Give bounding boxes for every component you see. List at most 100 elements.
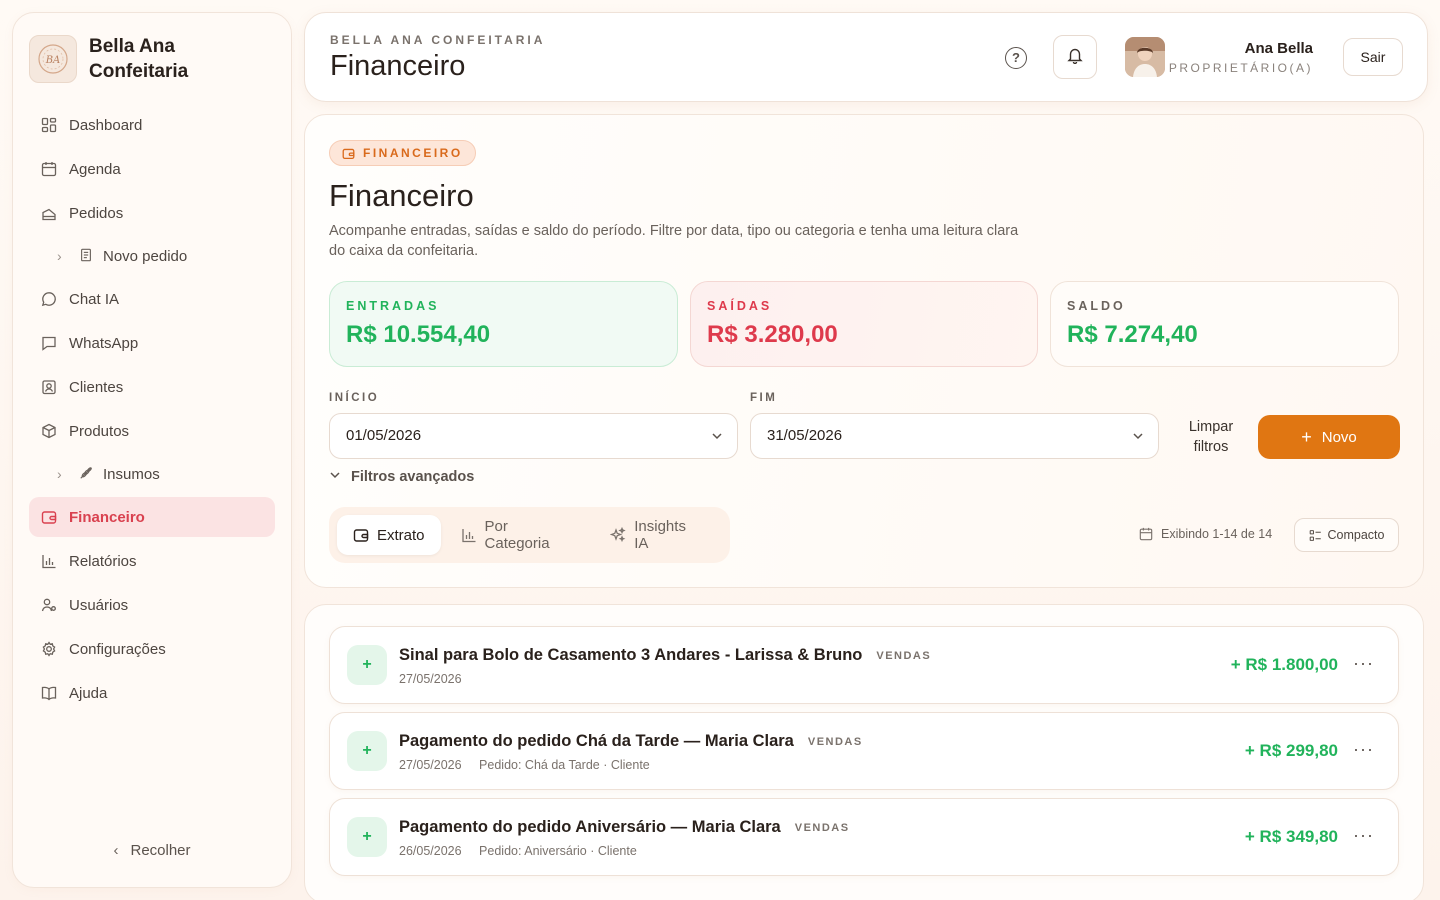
clear-filters-button[interactable]: Limpar filtros xyxy=(1175,417,1247,457)
transaction-amount: + R$ 299,80 xyxy=(1244,741,1338,760)
sidebar-item-label: Produtos xyxy=(69,422,130,440)
start-date-label: INÍCIO xyxy=(329,392,380,404)
sidebar-item-label: Dashboard xyxy=(69,116,143,134)
income-icon: + xyxy=(347,817,387,857)
wallet-icon xyxy=(41,509,57,525)
tab-insights-ia[interactable]: Insights IA xyxy=(594,515,718,555)
brand-name: Bella Ana Confeitaria xyxy=(89,34,188,84)
bell-icon xyxy=(1066,46,1084,69)
sidebar-item-label: WhatsApp xyxy=(69,334,139,352)
transaction-meta: 26/05/2026 Pedido: Aniversário · Cliente xyxy=(399,844,637,858)
advanced-filters-toggle[interactable]: Filtros avançados xyxy=(329,469,474,485)
logout-button[interactable]: Sair xyxy=(1343,38,1403,76)
calendar-icon xyxy=(41,161,57,177)
category-badge: VENDAS xyxy=(807,735,863,748)
package-icon xyxy=(41,423,57,439)
chevron-down-icon xyxy=(711,414,723,476)
transaction-title-line: Sinal para Bolo de Casamento 3 Andares -… xyxy=(399,646,931,665)
end-date-label: FIM xyxy=(750,392,778,404)
start-date-select[interactable]: 01/05/2026 xyxy=(329,413,738,459)
sidebar-item-clientes[interactable]: Clientes xyxy=(29,367,275,407)
category-badge: VENDAS xyxy=(794,821,850,834)
sidebar-item-produtos[interactable]: Produtos xyxy=(29,411,275,451)
avatar[interactable] xyxy=(1125,37,1165,77)
tab-label: Por Categoria xyxy=(484,518,550,552)
transaction-row[interactable]: + Sinal para Bolo de Casamento 3 Andares… xyxy=(329,626,1399,704)
sidebar-item-label: Configurações xyxy=(69,640,166,658)
wallet-icon xyxy=(353,527,369,543)
pagination-info: Exibindo 1-14 de 14 xyxy=(1139,527,1272,541)
stat-value: R$ 10.554,40 xyxy=(346,321,491,348)
wheat-icon xyxy=(79,466,95,482)
transactions-list: + Sinal para Bolo de Casamento 3 Andares… xyxy=(304,604,1424,900)
transaction-date: 27/05/2026 xyxy=(399,758,462,772)
transaction-meta: 27/05/2026 Pedido: Chá da Tarde · Client… xyxy=(399,758,650,772)
transaction-order-info: Pedido: Aniversário · Cliente xyxy=(479,844,637,858)
transaction-row[interactable]: + Pagamento do pedido Chá da Tarde — Mar… xyxy=(329,712,1399,790)
transaction-title: Pagamento do pedido Aniversário — Maria … xyxy=(399,818,781,836)
sidebar-item-chat-ia[interactable]: Chat IA xyxy=(29,279,275,319)
pagination-label: Exibindo 1-14 de 14 xyxy=(1161,527,1273,541)
sidebar-nav: Dashboard Agenda Pedidos › Novo pedido C… xyxy=(29,105,275,717)
more-options-icon[interactable]: ··· xyxy=(1353,653,1374,674)
transaction-title: Pagamento do pedido Chá da Tarde — Maria… xyxy=(399,732,794,750)
notifications-button[interactable] xyxy=(1053,35,1097,79)
sidebar-item-label: Ajuda xyxy=(69,684,108,702)
user-role: PROPRIETÁRIO(A) xyxy=(1168,61,1313,75)
clear-filters-label-2: filtros xyxy=(1193,439,1229,455)
brand-name-line1: Bella Ana xyxy=(89,36,175,57)
sidebar-item-dashboard[interactable]: Dashboard xyxy=(29,105,275,145)
sidebar-item-label: Agenda xyxy=(69,160,121,178)
chevron-down-icon xyxy=(1132,414,1144,476)
transaction-amount: + R$ 349,80 xyxy=(1244,827,1338,846)
sidebar-item-label: Usuários xyxy=(69,596,129,614)
chat-icon xyxy=(41,291,57,307)
bar-chart-icon xyxy=(461,527,477,543)
message-icon xyxy=(41,335,57,351)
collapse-sidebar-button[interactable]: ‹ Recolher xyxy=(13,842,291,859)
new-label: Novo xyxy=(1321,428,1357,446)
sidebar-item-novo-pedido[interactable]: › Novo pedido xyxy=(29,237,275,275)
income-icon: + xyxy=(347,731,387,771)
more-options-icon[interactable]: ··· xyxy=(1353,739,1374,760)
transaction-row[interactable]: + Pagamento do pedido Aniversário — Mari… xyxy=(329,798,1399,876)
sidebar-item-configuracoes[interactable]: Configurações xyxy=(29,629,275,669)
transaction-meta: 27/05/2026 xyxy=(399,672,462,686)
sidebar-item-label: Pedidos xyxy=(69,204,124,222)
sidebar-item-usuarios[interactable]: Usuários xyxy=(29,585,275,625)
sidebar-item-financeiro[interactable]: Financeiro xyxy=(29,497,275,537)
tab-extrato[interactable]: Extrato xyxy=(337,515,441,555)
chevron-right-icon: › xyxy=(57,248,62,264)
sidebar-item-relatorios[interactable]: Relatórios xyxy=(29,541,275,581)
tab-por-categoria[interactable]: Por Categoria xyxy=(445,515,591,555)
sidebar-item-whatsapp[interactable]: WhatsApp xyxy=(29,323,275,363)
compact-view-button[interactable]: Compacto xyxy=(1294,518,1399,552)
stat-card-entradas: ENTRADAS R$ 10.554,40 xyxy=(329,281,678,367)
sidebar-item-agenda[interactable]: Agenda xyxy=(29,149,275,189)
brand[interactable]: BA Bella Ana Confeitaria xyxy=(13,13,291,84)
sidebar-item-pedidos[interactable]: Pedidos xyxy=(29,193,275,233)
chevron-down-icon xyxy=(329,469,341,485)
sidebar-item-ajuda[interactable]: Ajuda xyxy=(29,673,275,713)
collapse-label: Recolher xyxy=(130,842,191,859)
sidebar-item-insumos[interactable]: › Insumos xyxy=(29,455,275,493)
stat-value: R$ 7.274,40 xyxy=(1067,321,1198,348)
wallet-icon xyxy=(342,147,355,160)
document-icon xyxy=(79,248,95,264)
sidebar-item-label: Insumos xyxy=(103,465,160,483)
income-icon: + xyxy=(347,645,387,685)
transaction-date: 26/05/2026 xyxy=(399,844,462,858)
section-title: Financeiro xyxy=(329,178,474,213)
transaction-order-info: Pedido: Chá da Tarde · Cliente xyxy=(479,758,650,772)
stat-label: ENTRADAS xyxy=(346,299,440,313)
start-date-value: 01/05/2026 xyxy=(346,427,422,444)
sidebar-item-label: Financeiro xyxy=(69,508,145,526)
stat-value: R$ 3.280,00 xyxy=(707,321,838,348)
dashboard-icon xyxy=(41,117,57,133)
new-transaction-button[interactable]: + Novo xyxy=(1258,415,1400,459)
more-options-icon[interactable]: ··· xyxy=(1353,825,1374,846)
end-date-select[interactable]: 31/05/2026 xyxy=(750,413,1159,459)
tab-label: Extrato xyxy=(377,526,425,544)
sidebar-item-label: Clientes xyxy=(69,378,124,396)
help-icon[interactable]: ? xyxy=(1005,47,1027,69)
